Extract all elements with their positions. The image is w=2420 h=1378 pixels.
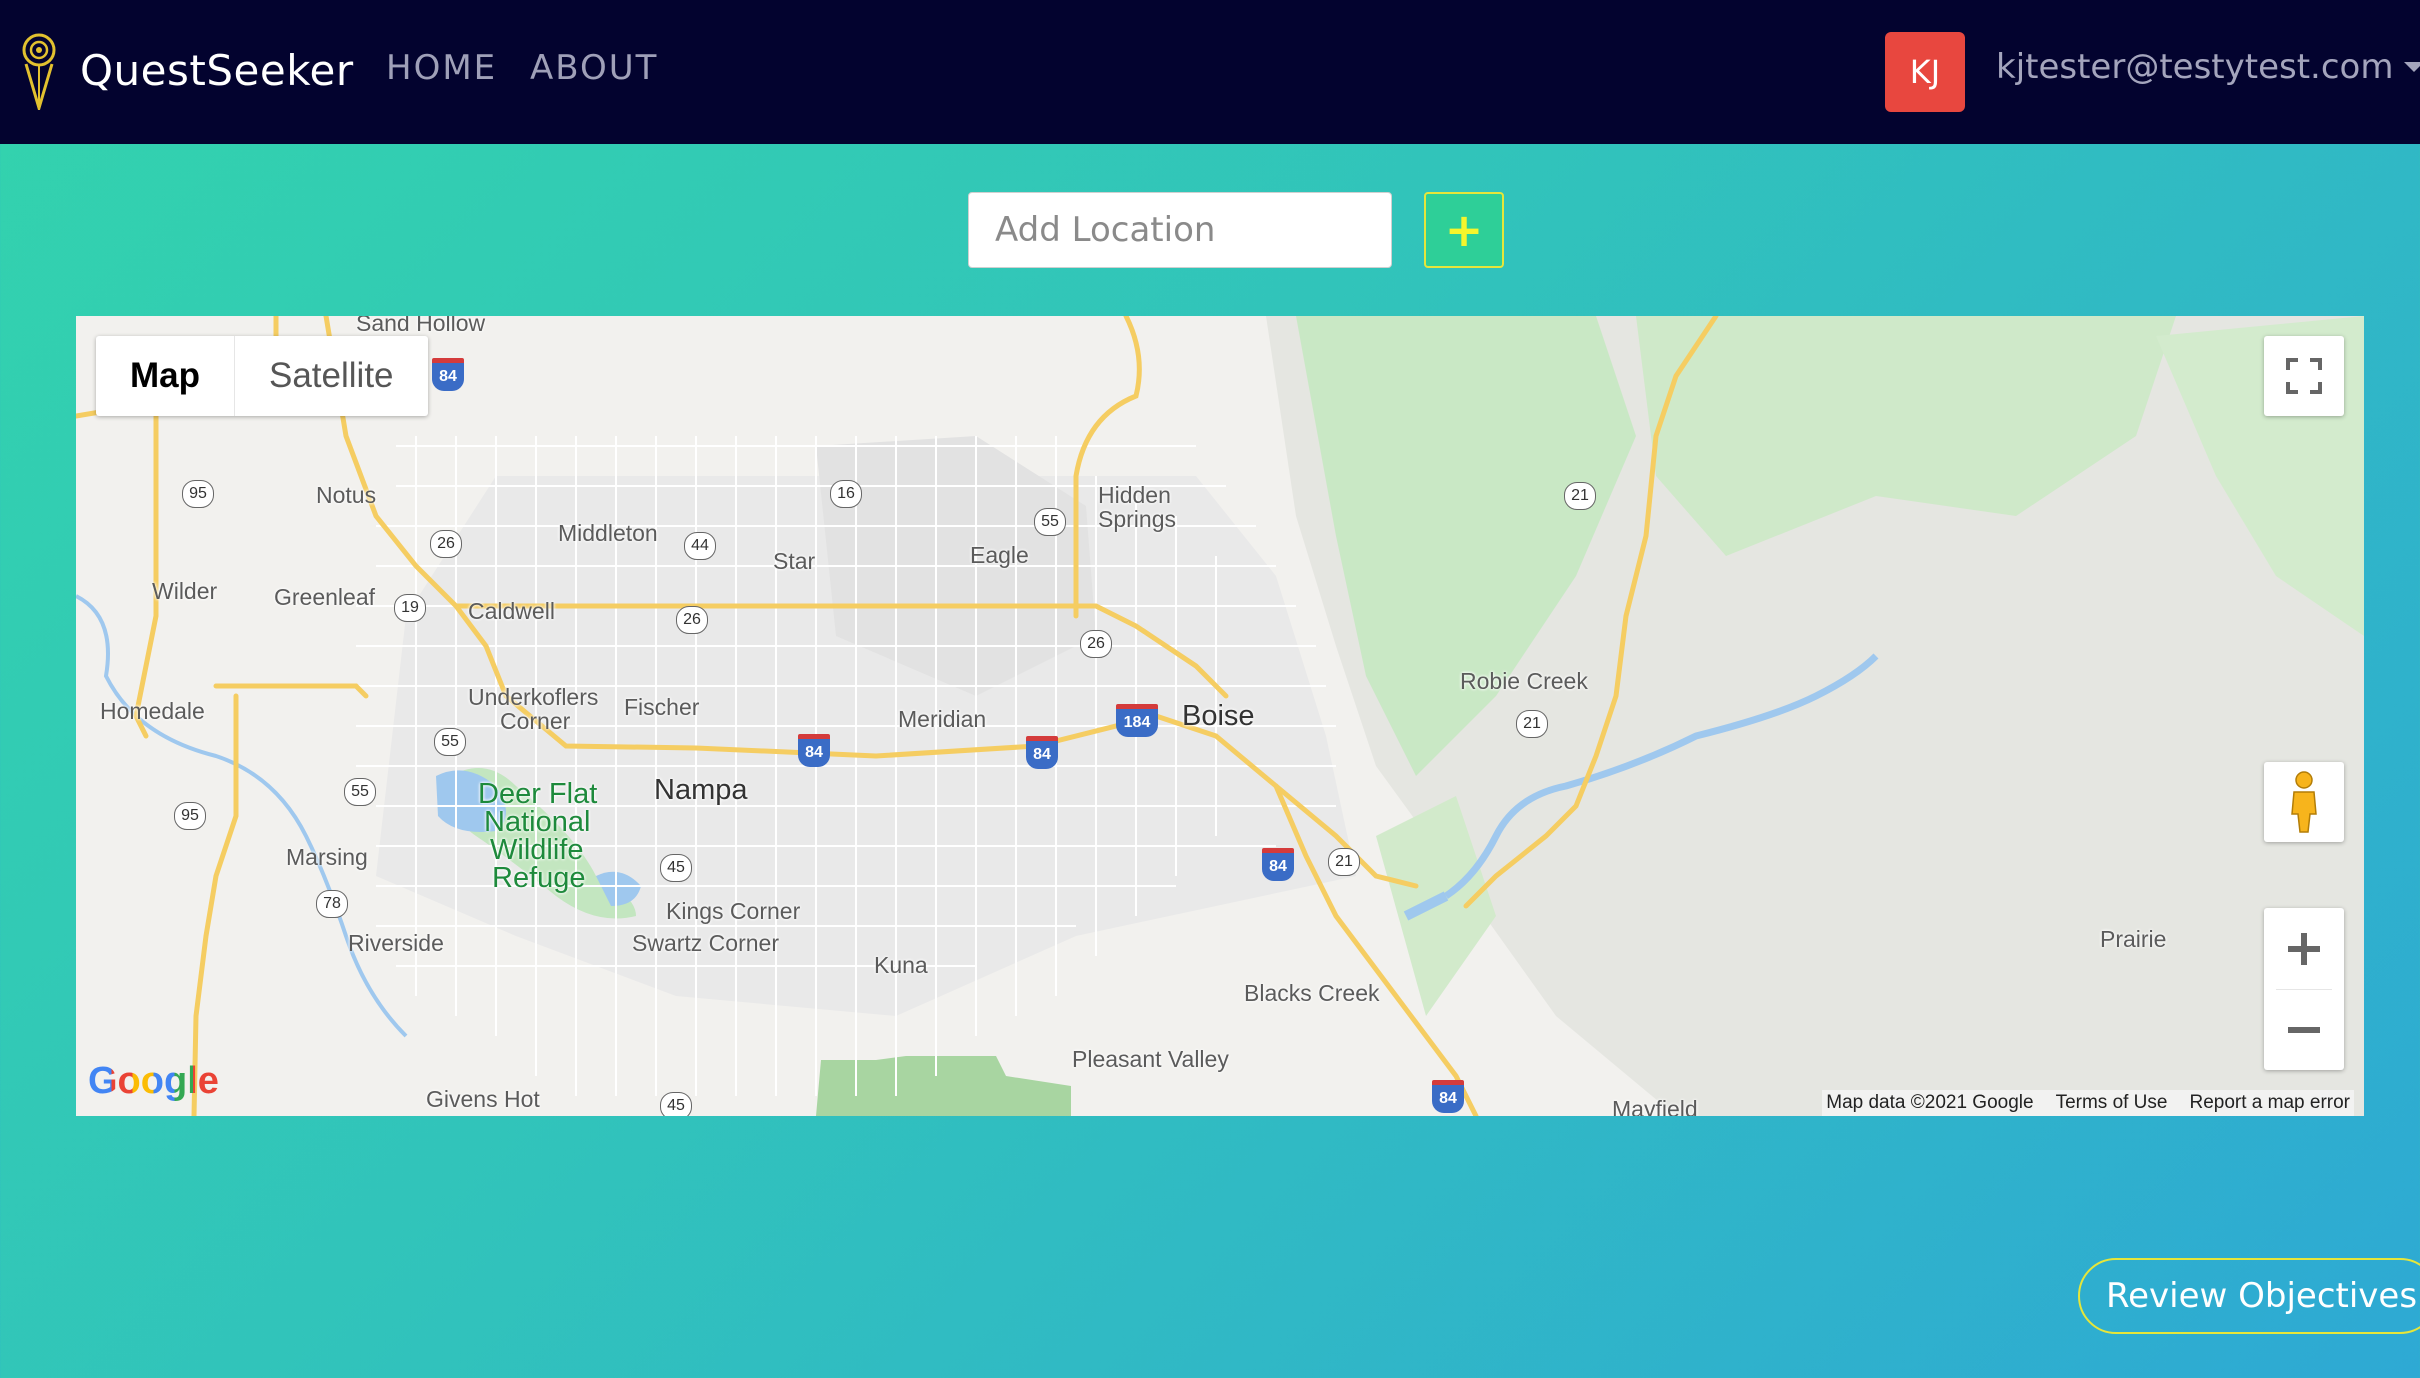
nav-about-link[interactable]: ABOUT [530, 48, 658, 88]
map-type-map-button[interactable]: Map [96, 336, 235, 416]
interstate-shield: 84 [432, 358, 464, 391]
route-shield: 21 [1564, 482, 1596, 510]
user-email-dropdown[interactable]: kjtester@testytest.com [1996, 47, 2393, 87]
chevron-down-icon[interactable] [2404, 62, 2420, 72]
interstate-shield: 84 [798, 734, 830, 767]
map-label: Hidden [1098, 482, 1171, 508]
map-label: Deer Flat [478, 778, 598, 810]
map-label: National [484, 806, 591, 838]
route-shield: 21 [1328, 848, 1360, 876]
map-label: Wildlife [490, 834, 584, 866]
map-label: Givens Hot [426, 1086, 540, 1112]
map-label: Caldwell [468, 598, 555, 624]
map-label: Swartz Corner [632, 930, 779, 956]
map-label: Wilder [152, 578, 218, 604]
route-shield: 45 [660, 854, 692, 882]
route-shield: 45 [660, 1092, 692, 1116]
interstate-shield: 184 [1116, 704, 1158, 737]
map-data-attribution: Map data ©2021 Google [1826, 1092, 2034, 1113]
report-map-error-link[interactable]: Report a map error [2189, 1092, 2350, 1114]
map-type-control: Map Satellite [96, 336, 428, 416]
add-location-input[interactable] [968, 192, 1392, 268]
map-label: Eagle [970, 542, 1029, 568]
route-shield: 55 [434, 728, 466, 756]
map-label: Middleton [558, 520, 658, 546]
map-label: Marsing [286, 844, 368, 870]
map-label: Robie Creek [1460, 668, 1588, 694]
interstate-shield: 84 [1262, 848, 1294, 881]
route-shield: 16 [830, 480, 862, 508]
map-label: Mayfield [1612, 1096, 1698, 1116]
map-label: Refuge [492, 862, 586, 894]
zoom-in-button[interactable] [2264, 909, 2344, 989]
map-label: Nampa [654, 774, 748, 806]
map-label: Prairie [2100, 926, 2167, 952]
map-label: Sand Hollow [356, 316, 486, 336]
route-shield: 26 [430, 530, 462, 558]
google-logo-text: Google [88, 1060, 219, 1102]
zoom-out-button[interactable] [2264, 990, 2344, 1070]
quest-logo-icon[interactable] [14, 30, 64, 110]
map-label: Blacks Creek [1244, 980, 1380, 1006]
route-shield: 78 [316, 890, 348, 918]
fullscreen-button[interactable] [2264, 336, 2344, 416]
map-label: Kuna [874, 952, 928, 978]
map-label: Fischer [624, 694, 700, 720]
map-label: Star [773, 548, 816, 574]
route-shield: 26 [1080, 630, 1112, 658]
map-label: Pleasant Valley [1072, 1046, 1229, 1072]
map-label: Springs [1098, 506, 1176, 532]
pegman-icon [2291, 771, 2317, 833]
map-label: Corner [500, 708, 571, 734]
route-shield: 55 [1034, 508, 1066, 536]
interstate-shield: 84 [1432, 1080, 1464, 1113]
map-label: Riverside [348, 930, 444, 956]
map-label: Notus [316, 482, 377, 508]
navbar: QuestSeeker HOME ABOUT KJ kjtester@testy… [0, 0, 2420, 144]
map-type-satellite-button[interactable]: Satellite [235, 336, 428, 416]
route-shield: 26 [676, 606, 708, 634]
map-label: Kings Corner [666, 898, 801, 924]
map-label: Underkoflers [468, 684, 599, 710]
route-shield: 19 [394, 594, 426, 622]
map-label: Meridian [898, 706, 987, 732]
terms-of-use-link[interactable]: Terms of Use [2056, 1092, 2168, 1114]
map-label: Boise [1182, 700, 1255, 732]
user-avatar[interactable]: KJ [1885, 32, 1965, 112]
plus-icon [2288, 932, 2320, 965]
brand-name[interactable]: QuestSeeker [80, 46, 354, 95]
route-shield: 21 [1516, 710, 1548, 738]
minus-icon [2288, 1026, 2320, 1033]
nav-home-link[interactable]: HOME [386, 48, 497, 88]
interstate-shield: 84 [1026, 736, 1058, 769]
map-label: Greenleaf [274, 584, 376, 610]
map-attribution: Map data ©2021 Google Terms of Use Repor… [1822, 1090, 2354, 1116]
route-shield: 55 [344, 778, 376, 806]
route-shield: 44 [684, 532, 716, 560]
add-location-button[interactable]: + [1424, 192, 1504, 268]
route-shield: 95 [174, 802, 206, 830]
google-map[interactable]: Map Satellite Sand Hollow Notus Middleto… [76, 316, 2364, 1116]
zoom-control [2264, 908, 2344, 1070]
street-view-pegman[interactable] [2264, 762, 2344, 842]
google-logo[interactable]: Google [88, 1060, 219, 1103]
review-objectives-button[interactable]: Review Objectives [2078, 1258, 2420, 1334]
fullscreen-icon [2286, 358, 2322, 394]
route-shield: 95 [182, 480, 214, 508]
map-label: Homedale [100, 698, 205, 724]
